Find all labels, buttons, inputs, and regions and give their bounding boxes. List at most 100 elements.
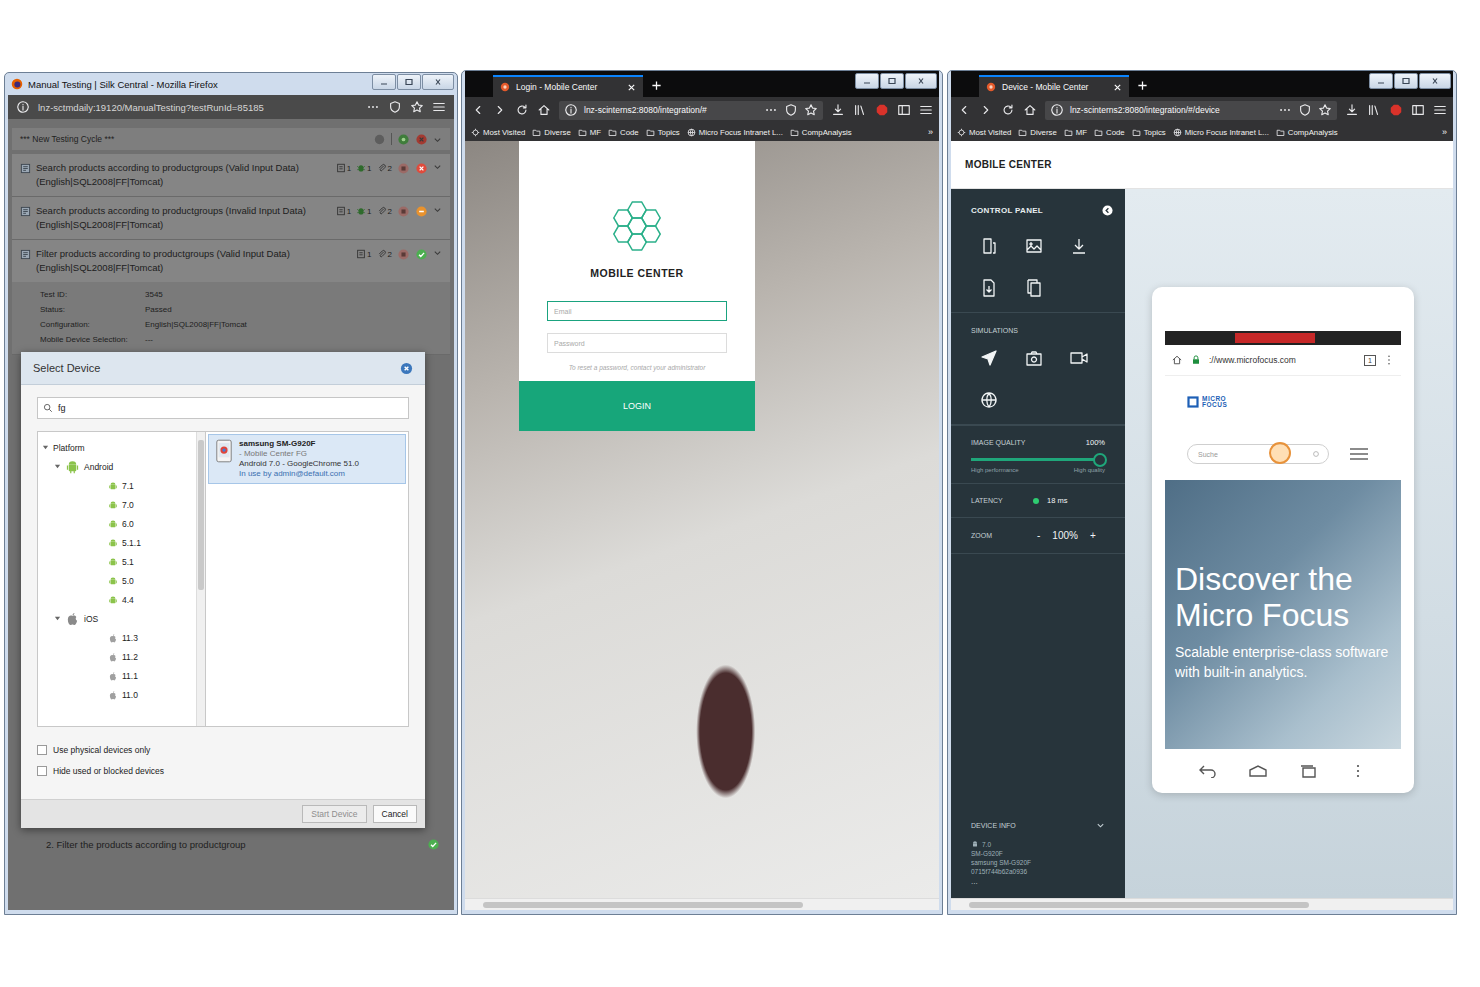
bookmark[interactable]: MF bbox=[1064, 128, 1087, 137]
bookmark[interactable]: Micro Focus Intranet L... bbox=[687, 128, 783, 137]
test-badge[interactable]: 1 bbox=[336, 163, 351, 173]
version-node[interactable]: 11.3 bbox=[42, 628, 192, 647]
password-input[interactable] bbox=[547, 333, 727, 353]
dropdown-icon[interactable] bbox=[433, 162, 442, 171]
test-badge[interactable]: 1 bbox=[356, 206, 371, 216]
maximize-button[interactable] bbox=[397, 74, 421, 90]
dropdown-icon[interactable] bbox=[433, 205, 442, 214]
version-node[interactable]: 11.0 bbox=[42, 685, 192, 704]
bookmark[interactable]: Diverse bbox=[1018, 128, 1056, 137]
login-browser-window[interactable]: Login - Mobile Centerlnz-scinterns2:8080… bbox=[461, 70, 943, 915]
test-badge[interactable]: 1 bbox=[356, 163, 371, 173]
shield-icon[interactable] bbox=[388, 100, 402, 114]
bookmark[interactable]: Topics bbox=[646, 128, 680, 137]
home-icon[interactable] bbox=[1248, 764, 1268, 778]
bookmark[interactable]: Topics bbox=[1132, 128, 1166, 137]
abort-icon[interactable] bbox=[415, 133, 428, 146]
horizontal-scrollbar[interactable] bbox=[465, 898, 939, 910]
shield-icon[interactable] bbox=[784, 103, 798, 117]
new-tab-icon[interactable] bbox=[651, 80, 662, 91]
adblock-icon[interactable] bbox=[1389, 103, 1403, 117]
menu-icon[interactable] bbox=[1348, 764, 1368, 778]
bookmark[interactable]: CompAnalysis bbox=[1276, 128, 1338, 137]
video-icon[interactable] bbox=[1069, 348, 1089, 368]
passed-status-icon[interactable] bbox=[415, 248, 428, 261]
stop-icon[interactable] bbox=[397, 205, 410, 218]
scroll-thumb[interactable] bbox=[969, 902, 1309, 908]
maximize-button[interactable] bbox=[880, 73, 904, 89]
download-icon[interactable] bbox=[831, 103, 845, 117]
expand-icon[interactable] bbox=[42, 444, 49, 451]
address-bar[interactable]: lnz-sctmdaily:19120/ManualTesting?testRu… bbox=[8, 95, 454, 119]
tab-count[interactable]: 1 bbox=[1364, 355, 1376, 366]
network-icon[interactable] bbox=[979, 390, 999, 410]
dropdown-icon[interactable] bbox=[433, 248, 442, 257]
bookmark[interactable]: Most Visited bbox=[957, 128, 1011, 137]
device-card[interactable]: samsung SM-G920F- Mobile Center FGAndroi… bbox=[208, 434, 406, 484]
test-row[interactable]: Search products according to productgrou… bbox=[12, 154, 450, 196]
back-icon[interactable] bbox=[957, 103, 971, 117]
testing-cycle-row[interactable]: *** New Testing Cycle *** bbox=[12, 128, 450, 150]
browser-tab[interactable]: Device - Mobile Center bbox=[979, 75, 1129, 97]
dots-icon[interactable] bbox=[1278, 103, 1292, 117]
forward-icon[interactable] bbox=[493, 103, 507, 117]
platform-node[interactable]: iOS bbox=[42, 609, 192, 628]
camera-icon[interactable] bbox=[1024, 348, 1044, 368]
close-button[interactable] bbox=[422, 74, 454, 90]
recent-apps-icon[interactable] bbox=[1298, 764, 1318, 778]
stop-icon[interactable] bbox=[397, 248, 410, 261]
zoom-out-button[interactable]: - bbox=[1033, 530, 1044, 541]
menu-icon[interactable] bbox=[919, 103, 933, 117]
bookmark[interactable]: CompAnalysis bbox=[790, 128, 852, 137]
passed-status-icon[interactable] bbox=[427, 838, 440, 851]
version-node[interactable]: 5.1.1 bbox=[42, 533, 192, 552]
tree-root[interactable]: Platform bbox=[42, 438, 192, 457]
sidebar-icon[interactable] bbox=[1411, 103, 1425, 117]
horizontal-scrollbar[interactable] bbox=[951, 898, 1453, 910]
platform-node[interactable]: Android bbox=[42, 457, 192, 476]
option-checkbox[interactable]: Use physical devices only bbox=[37, 739, 409, 760]
location-icon[interactable] bbox=[979, 348, 999, 368]
download-icon[interactable] bbox=[1345, 103, 1359, 117]
address-bar[interactable]: lnz-scinterns2:8080/integration/# bbox=[559, 101, 823, 120]
bookmark[interactable]: Most Visited bbox=[471, 128, 525, 137]
stop-icon[interactable] bbox=[397, 162, 410, 175]
minimize-button[interactable] bbox=[855, 73, 879, 89]
test-badge[interactable]: 1 bbox=[336, 206, 351, 216]
download-icon[interactable] bbox=[1069, 236, 1089, 256]
close-button[interactable] bbox=[1419, 73, 1451, 89]
info-icon[interactable] bbox=[1050, 103, 1064, 117]
minimize-button[interactable] bbox=[372, 74, 396, 90]
test-item[interactable]: Search products according to productgrou… bbox=[12, 197, 450, 240]
site-search[interactable]: Suche bbox=[1187, 444, 1329, 464]
version-node[interactable]: 4.4 bbox=[42, 590, 192, 609]
shield-icon[interactable] bbox=[1298, 103, 1312, 117]
new-tab-icon[interactable] bbox=[1137, 80, 1148, 91]
url[interactable]: lnz-sctmdaily:19120/ManualTesting?testRu… bbox=[38, 102, 358, 113]
kebab-menu-icon[interactable] bbox=[1383, 354, 1395, 366]
silk-central-window[interactable]: Manual Testing | Silk Central - Mozilla … bbox=[4, 72, 458, 915]
test-badge[interactable]: 2 bbox=[377, 163, 392, 173]
home-icon[interactable] bbox=[1023, 103, 1037, 117]
title-bar[interactable]: Manual Testing | Silk Central - Mozilla … bbox=[8, 73, 454, 95]
expand-icon[interactable] bbox=[54, 615, 61, 622]
url[interactable]: lnz-scinterns2:8080/integration/# bbox=[584, 105, 758, 115]
address-bar[interactable]: lnz-scinterns2:8080/integration/#/device bbox=[1045, 101, 1337, 120]
dots-icon[interactable] bbox=[366, 100, 380, 114]
zoom-in-button[interactable]: + bbox=[1086, 530, 1100, 541]
checkbox[interactable] bbox=[37, 745, 47, 755]
close-button[interactable] bbox=[905, 73, 937, 89]
version-node[interactable]: 5.0 bbox=[42, 571, 192, 590]
settings-icon[interactable] bbox=[373, 133, 386, 146]
scroll-thumb[interactable] bbox=[483, 902, 803, 908]
expand-icon[interactable] bbox=[54, 463, 61, 470]
option-checkbox[interactable]: Hide used or blocked devices bbox=[37, 760, 409, 781]
bookmark[interactable]: Micro Focus Intranet L... bbox=[1173, 128, 1269, 137]
info-icon[interactable] bbox=[564, 103, 578, 117]
email-input[interactable] bbox=[547, 301, 727, 321]
info-icon[interactable] bbox=[16, 100, 30, 114]
library-icon[interactable] bbox=[853, 103, 867, 117]
blocked-status-icon[interactable] bbox=[415, 205, 428, 218]
bookmark[interactable]: Code bbox=[1094, 128, 1125, 137]
phone-screen[interactable]: ://www.microfocus.com1MICROFOCUSSucheDis… bbox=[1165, 331, 1401, 749]
